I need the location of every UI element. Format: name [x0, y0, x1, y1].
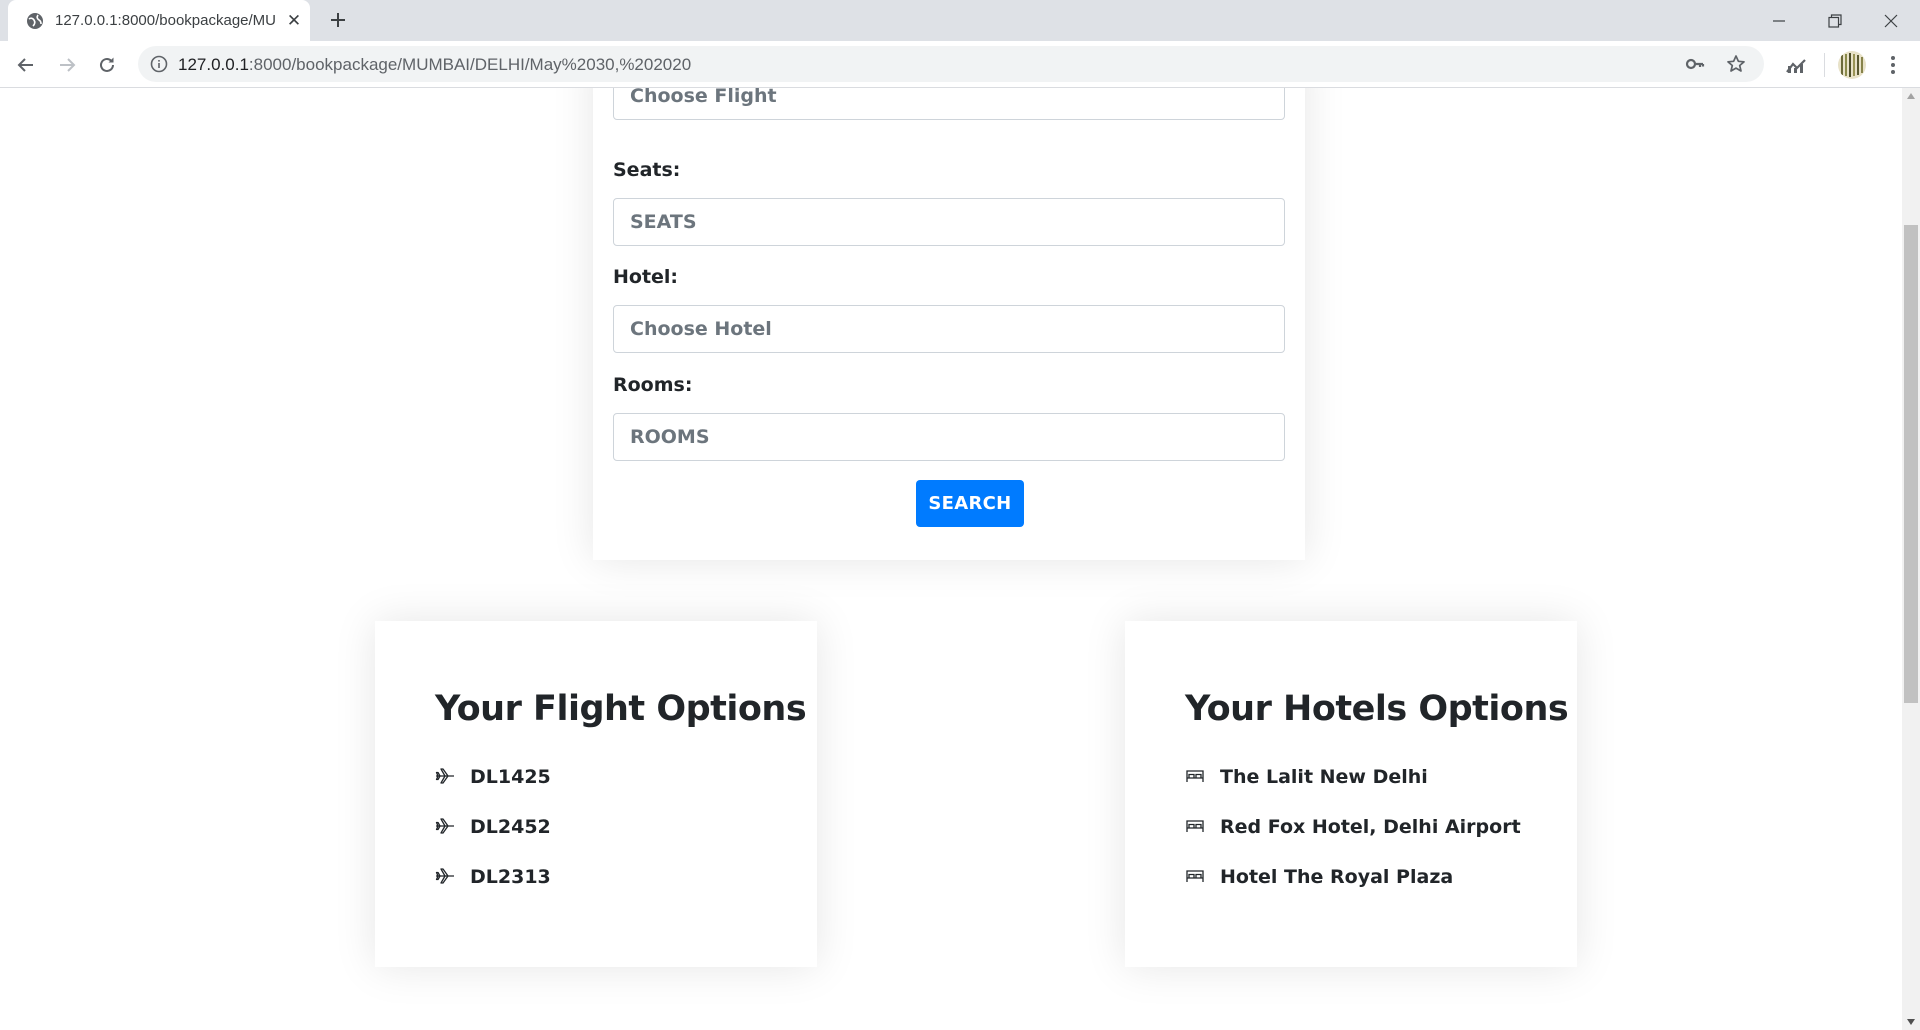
- seats-placeholder: SEATS: [630, 211, 697, 233]
- seats-input[interactable]: SEATS: [613, 198, 1285, 246]
- browser-tab[interactable]: 127.0.0.1:8000/bookpackage/MU ✕: [8, 0, 310, 41]
- flight-options-card: Your Flight Options DL1425 DL2452 DL2313: [375, 621, 817, 967]
- page-scrollbar[interactable]: [1902, 88, 1920, 1030]
- star-icon[interactable]: [1726, 54, 1746, 74]
- address-bar[interactable]: 127.0.0.1:8000/bookpackage/MUMBAI/DELHI/…: [138, 46, 1764, 82]
- hotel-option-label: Red Fox Hotel, Delhi Airport: [1220, 816, 1521, 838]
- triangle-down-icon: [1907, 1019, 1915, 1025]
- extension-icon[interactable]: [1785, 54, 1807, 76]
- hotel-options-title: Your Hotels Options: [1185, 689, 1569, 729]
- bed-icon: [1186, 870, 1204, 882]
- hotel-select-placeholder: Choose Hotel: [630, 318, 772, 340]
- reload-icon: [100, 57, 114, 72]
- triangle-up-icon: [1907, 93, 1915, 99]
- flight-select[interactable]: Choose Flight: [613, 88, 1285, 120]
- flight-select-placeholder: Choose Flight: [630, 88, 777, 107]
- bed-icon: [1186, 770, 1204, 782]
- booking-form-card: Choose Flight Seats: SEATS Hotel: Choose…: [593, 88, 1305, 560]
- scroll-up-arrow[interactable]: [1902, 88, 1920, 104]
- page-viewport: Choose Flight Seats: SEATS Hotel: Choose…: [0, 88, 1902, 1030]
- profile-avatar[interactable]: [1838, 51, 1866, 79]
- globe-icon: [27, 13, 43, 29]
- flight-option-label: DL1425: [470, 766, 551, 788]
- menu-dots-icon[interactable]: [1882, 54, 1904, 76]
- restore-button[interactable]: [1806, 0, 1864, 41]
- info-icon[interactable]: [150, 55, 168, 73]
- airplane-icon: [435, 868, 454, 884]
- scroll-down-arrow[interactable]: [1902, 1014, 1920, 1030]
- hotel-select[interactable]: Choose Hotel: [613, 305, 1285, 353]
- rooms-label: Rooms:: [613, 374, 693, 396]
- avatar-image: [1838, 51, 1866, 79]
- back-button[interactable]: [10, 49, 42, 81]
- search-button[interactable]: SEARCH: [916, 480, 1024, 527]
- key-icon[interactable]: [1685, 54, 1705, 74]
- tab-strip: 127.0.0.1:8000/bookpackage/MU ✕: [0, 0, 1920, 41]
- flight-options-title: Your Flight Options: [435, 689, 807, 729]
- hotel-option-label: Hotel The Royal Plaza: [1220, 866, 1454, 888]
- new-tab-button[interactable]: [324, 7, 352, 35]
- url-host: 127.0.0.1: [178, 55, 249, 74]
- hotel-label: Hotel:: [613, 266, 679, 288]
- arrow-left-icon: [17, 58, 33, 72]
- reload-button[interactable]: [91, 49, 123, 81]
- minimize-icon: [1773, 19, 1785, 22]
- minimize-button[interactable]: [1750, 0, 1808, 41]
- close-tab-icon[interactable]: ✕: [284, 11, 304, 31]
- scrollbar-thumb[interactable]: [1904, 225, 1918, 703]
- forward-button[interactable]: [51, 49, 83, 81]
- url-path: :8000/bookpackage/MUMBAI/DELHI/May%2030,…: [248, 55, 692, 74]
- flight-option-label: DL2452: [470, 816, 551, 838]
- airplane-icon: [435, 818, 454, 834]
- url-text: 127.0.0.1:8000/bookpackage/MUMBAI/DELHI/…: [178, 55, 691, 75]
- hotel-option-label: The Lalit New Delhi: [1220, 766, 1428, 788]
- close-icon: [1884, 14, 1898, 27]
- arrow-right-icon: [60, 58, 76, 72]
- rooms-placeholder: ROOMS: [630, 426, 710, 448]
- flight-option-label: DL2313: [470, 866, 551, 888]
- tab-title: 127.0.0.1:8000/bookpackage/MU: [55, 12, 276, 29]
- bed-icon: [1186, 820, 1204, 832]
- hotel-options-card: Your Hotels Options The Lalit New Delhi …: [1125, 621, 1577, 967]
- restore-icon: [1828, 13, 1842, 28]
- seats-label: Seats:: [613, 159, 681, 181]
- airplane-icon: [435, 768, 454, 784]
- browser-toolbar: 127.0.0.1:8000/bookpackage/MUMBAI/DELHI/…: [0, 41, 1920, 88]
- close-window-button[interactable]: [1862, 0, 1920, 41]
- plus-icon: [331, 13, 345, 27]
- rooms-input[interactable]: ROOMS: [613, 413, 1285, 461]
- toolbar-divider: [1824, 53, 1825, 77]
